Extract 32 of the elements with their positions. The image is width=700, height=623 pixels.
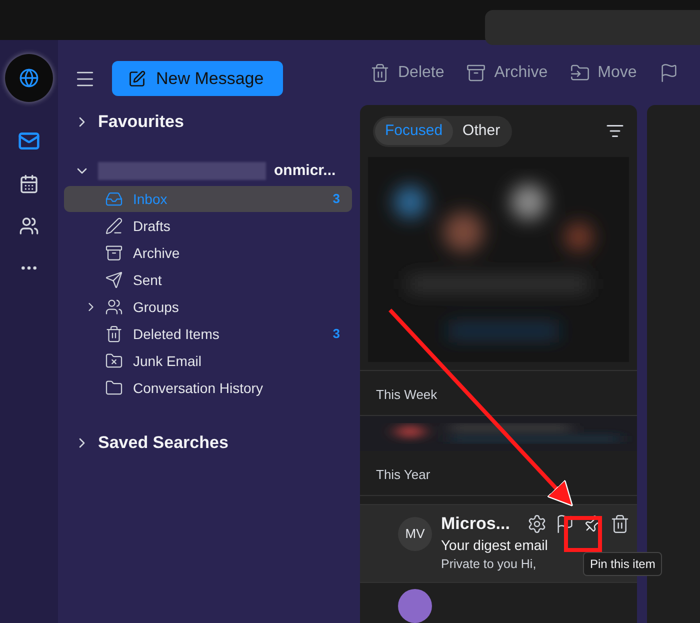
folder-item[interactable]: Junk Email xyxy=(64,348,352,374)
folder-name: Archive xyxy=(133,244,181,262)
favourites-heading[interactable]: Favourites xyxy=(98,109,184,135)
folder-item[interactable]: Sent xyxy=(64,267,352,293)
folder-name: Conversation History xyxy=(133,378,264,398)
toolbar-button[interactable]: Archive xyxy=(466,60,548,84)
folder-item[interactable]: Groups xyxy=(64,294,352,320)
folder-item[interactable]: Archive xyxy=(64,240,352,266)
folder-item[interactable]: Conversation History xyxy=(64,375,352,401)
toolbar-button[interactable]: Delete xyxy=(370,60,444,84)
account-name[interactable]: onmicr... xyxy=(274,160,336,182)
unread-count: 3 xyxy=(332,190,341,208)
section-header: This Week xyxy=(376,387,438,402)
folder-item[interactable]: Deleted Items 3 xyxy=(64,321,352,347)
saved-searches-heading[interactable]: Saved Searches xyxy=(98,430,228,456)
message-subject: Your digest email xyxy=(441,536,549,555)
new-message-button[interactable]: New Message xyxy=(112,61,283,96)
avatar: MV xyxy=(398,517,432,551)
section-header: This Year xyxy=(376,467,430,482)
folder-name: Junk Email xyxy=(133,352,202,370)
folder-name: Inbox xyxy=(133,190,168,208)
toolbar-button[interactable]: Move xyxy=(570,60,637,84)
folder-item[interactable]: Drafts xyxy=(64,213,352,239)
unread-count: 3 xyxy=(332,325,341,344)
folder-name: Deleted Items xyxy=(133,324,220,344)
message-preview: Private to you Hi, xyxy=(441,556,536,573)
message-sender: Micros... xyxy=(441,513,511,536)
folder-name: Groups xyxy=(133,298,180,317)
tooltip: Pin this item xyxy=(583,552,662,576)
folder-name: Drafts xyxy=(133,216,172,236)
tab[interactable]: Other xyxy=(452,118,510,144)
folder-name: Sent xyxy=(133,270,163,290)
